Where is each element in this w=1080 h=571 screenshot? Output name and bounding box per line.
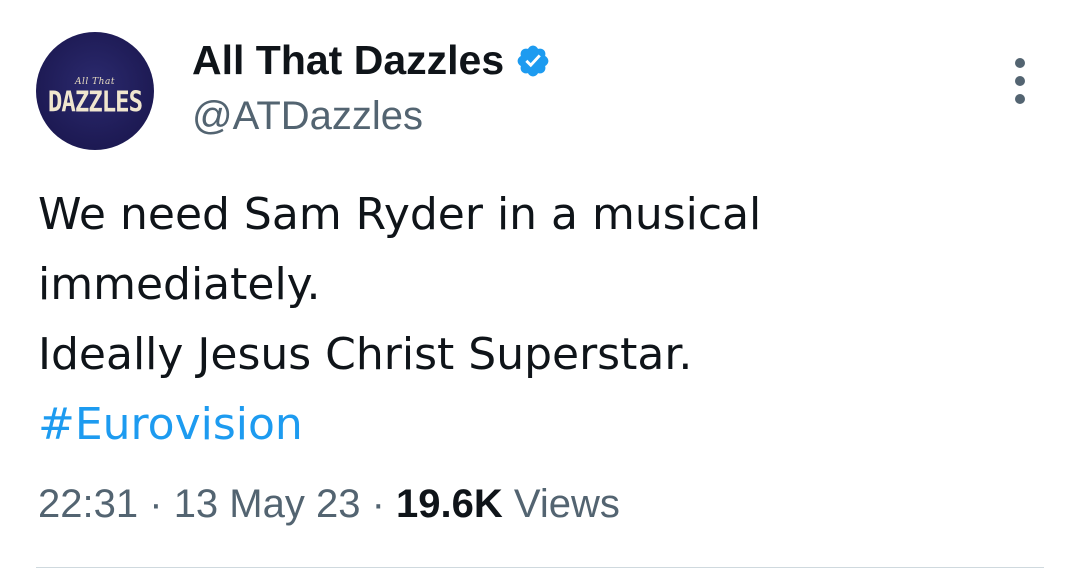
views-label: Views — [513, 482, 620, 526]
meta-separator: · — [371, 482, 385, 526]
more-dot — [1015, 58, 1025, 68]
tweet-text: We need Sam Ryder in a musical immediate… — [38, 180, 1038, 460]
tweet-text-line: immediately. — [38, 259, 321, 310]
author-display-name-text[interactable]: All That Dazzles — [192, 36, 504, 84]
author-handle[interactable]: @ATDazzles — [192, 92, 423, 140]
more-dot — [1015, 94, 1025, 104]
divider — [36, 567, 1044, 568]
verified-badge-icon — [517, 45, 549, 77]
avatar-logo-main: DAZZLES — [47, 85, 143, 119]
views-count: 19.6K — [396, 482, 503, 526]
tweet-date[interactable]: 13 May 23 — [174, 482, 361, 526]
tweet-text-line: We need Sam Ryder in a musical — [38, 189, 762, 240]
more-options-icon[interactable] — [1008, 58, 1032, 104]
tweet-meta: 22:31 · 13 May 23 · 19.6K Views — [38, 480, 620, 528]
meta-separator: · — [149, 482, 163, 526]
tweet-time[interactable]: 22:31 — [38, 482, 138, 526]
author-display-name[interactable]: All That Dazzles — [192, 36, 551, 84]
tweet-text-line: Ideally Jesus Christ Superstar. — [38, 329, 693, 380]
tweet: All That DAZZLES All That Dazzles @ATDaz… — [0, 0, 1080, 571]
avatar[interactable]: All That DAZZLES — [36, 32, 154, 150]
hashtag-link[interactable]: #Eurovision — [38, 390, 1038, 460]
more-dot — [1015, 76, 1025, 86]
